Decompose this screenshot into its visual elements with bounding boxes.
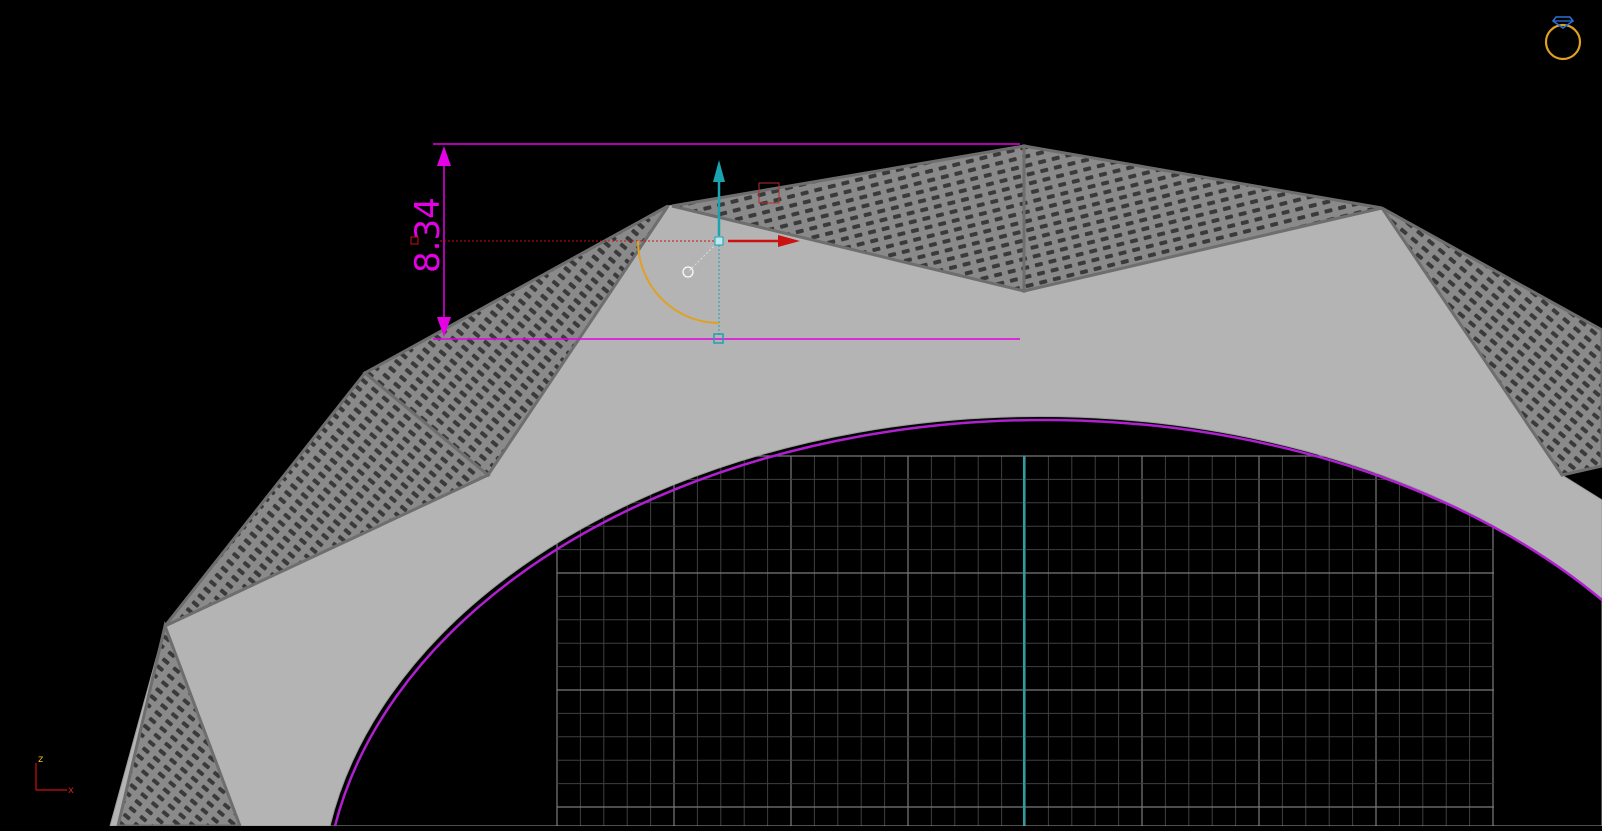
ring-gem-icon[interactable] (1544, 16, 1582, 61)
viewport-3d[interactable]: 8.34 z x (0, 0, 1602, 828)
gizmo-center-handle[interactable] (714, 236, 724, 246)
dimension-arrow-up-icon (437, 146, 451, 166)
axis-indicator: z x (35, 754, 74, 796)
axis-x-label: x (68, 785, 74, 796)
gizmo-y-arrow-icon[interactable] (713, 160, 725, 182)
viewport-canvas[interactable]: 8.34 z x (0, 0, 1602, 828)
dimension-value: 8.34 (408, 197, 448, 273)
construction-grid (556, 455, 1494, 826)
axis-z-label: z (38, 754, 43, 765)
